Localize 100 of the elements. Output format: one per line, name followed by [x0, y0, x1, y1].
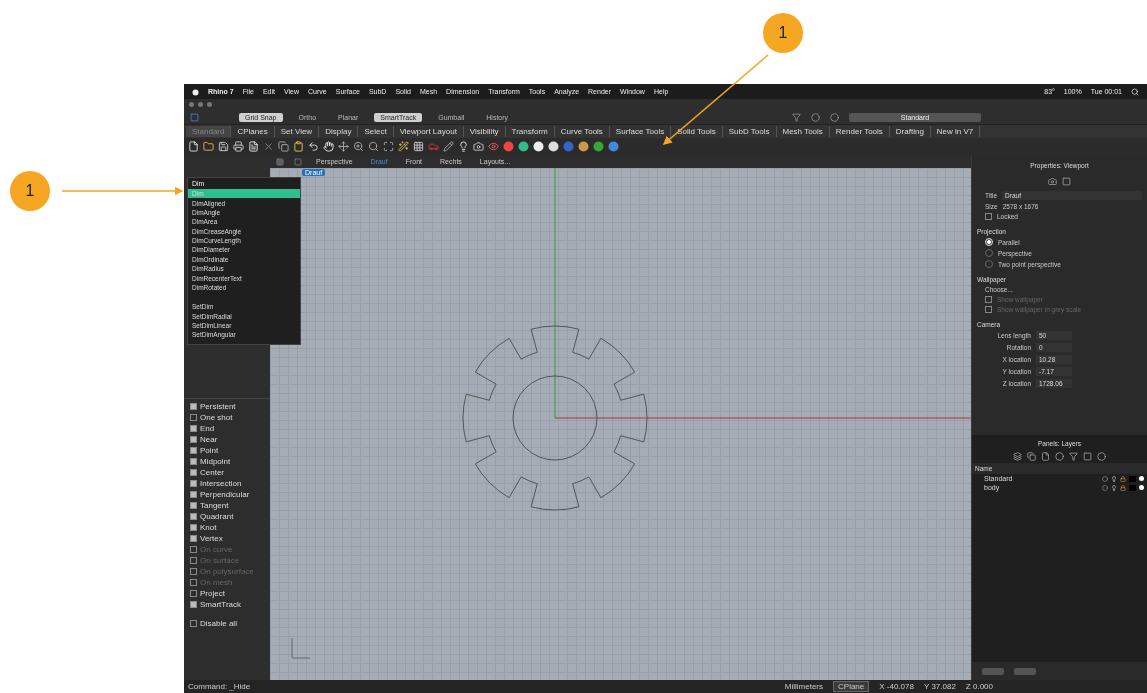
checkbox[interactable]: [190, 620, 197, 627]
callout-badge: 1: [10, 171, 50, 211]
cplane-button[interactable]: CPlane: [833, 681, 870, 692]
checkbox[interactable]: [190, 535, 197, 542]
square-icon[interactable]: [294, 157, 302, 166]
checkbox[interactable]: [190, 480, 197, 487]
lock-icon[interactable]: [1120, 484, 1126, 491]
radio-button[interactable]: [985, 249, 993, 257]
folder-icon[interactable]: [203, 141, 214, 152]
checkbox[interactable]: [190, 458, 197, 465]
toolbar-tab[interactable]: Mesh Tools: [776, 126, 830, 137]
car-icon[interactable]: [428, 141, 439, 152]
camera-icon[interactable]: [473, 141, 484, 152]
osnap-option[interactable]: Disable all: [190, 619, 264, 628]
osnap-option[interactable]: Tangent: [190, 501, 264, 510]
checkbox[interactable]: [190, 601, 197, 608]
printer-icon[interactable]: [233, 141, 244, 152]
pencil-icon[interactable]: [443, 141, 454, 152]
sphere-icon[interactable]: [548, 141, 559, 152]
filter-icon[interactable]: [792, 112, 801, 122]
checkbox[interactable]: [190, 414, 197, 421]
sphere-icon[interactable]: [578, 141, 589, 152]
square-icon[interactable]: [1062, 177, 1071, 186]
lightbulb-icon[interactable]: [1111, 484, 1117, 491]
checkbox[interactable]: [190, 425, 197, 432]
osnap-option[interactable]: End: [190, 424, 264, 433]
osnap-option[interactable]: Point: [190, 446, 264, 455]
checkbox[interactable]: [190, 469, 197, 476]
osnap-option[interactable]: Center: [190, 468, 264, 477]
zoom-in-icon[interactable]: [353, 141, 364, 152]
osnap-option[interactable]: Vertex: [190, 534, 264, 543]
undo-icon[interactable]: [308, 141, 319, 152]
coordinate: Z 0.000: [965, 682, 993, 691]
checkbox[interactable]: [190, 513, 197, 520]
osnap-option[interactable]: Project: [190, 589, 264, 598]
circle-icon[interactable]: [1055, 452, 1064, 461]
osnap-option[interactable]: Perpendicular: [190, 490, 264, 499]
color-swatch[interactable]: [1129, 475, 1136, 482]
document-icon[interactable]: [248, 141, 259, 152]
osnap-option[interactable]: Quadrant: [190, 512, 264, 521]
toolbar-tab[interactable]: Curve Tools: [554, 126, 610, 137]
toolbar-tab[interactable]: SubD Tools: [722, 126, 777, 137]
checkbox[interactable]: [190, 436, 197, 443]
toolbar-tab[interactable]: Render Tools: [829, 126, 890, 137]
circle-icon: [1102, 475, 1108, 482]
osnap-option[interactable]: Persistent: [190, 402, 264, 411]
eye-icon[interactable]: [488, 141, 499, 152]
sidebar-toggle-icon[interactable]: [190, 112, 199, 122]
toolbar-tab[interactable]: Select: [358, 126, 394, 137]
osnap-option[interactable]: Midpoint: [190, 457, 264, 466]
circle-icon[interactable]: [830, 112, 839, 122]
toolbar-tab[interactable]: Transform: [505, 126, 555, 137]
color-swatch[interactable]: [1129, 484, 1136, 491]
maximize-icon[interactable]: [383, 141, 394, 152]
callout-badge: 1: [763, 13, 803, 53]
filter-icon[interactable]: [1069, 452, 1078, 461]
checkbox[interactable]: [190, 403, 197, 410]
close-icon[interactable]: [263, 141, 274, 152]
layers-icon[interactable]: [1013, 452, 1022, 461]
toolbar-tab[interactable]: Set View: [274, 126, 320, 137]
toolbar-tab[interactable]: CPlanes: [231, 126, 275, 137]
osnap-option[interactable]: SmartTrack: [190, 600, 264, 609]
checkbox[interactable]: [190, 502, 197, 509]
circle-icon[interactable]: [1097, 452, 1106, 461]
osnap-option[interactable]: Knot: [190, 523, 264, 532]
square-icon[interactable]: [1083, 452, 1092, 461]
toolbar-tab[interactable]: Surface Tools: [609, 126, 672, 137]
clipboard-icon[interactable]: [293, 141, 304, 152]
toolbar-tab[interactable]: Viewport Layout: [393, 126, 464, 137]
checkbox[interactable]: [190, 590, 197, 597]
camera-icon[interactable]: [1048, 177, 1057, 186]
toolbar-tab[interactable]: Display: [319, 126, 359, 137]
osnap-option[interactable]: Near: [190, 435, 264, 444]
toolbar-tab[interactable]: New in V7: [930, 126, 981, 137]
copy-icon[interactable]: [278, 141, 289, 152]
toolbar-tab[interactable]: Drafting: [889, 126, 931, 137]
toolbar-tab[interactable]: Solid Tools: [671, 126, 723, 137]
radio-button[interactable]: [985, 260, 993, 268]
osnap-option[interactable]: One shot: [190, 413, 264, 422]
search-icon[interactable]: [368, 141, 379, 152]
toolbar-tab[interactable]: Visibility: [463, 126, 506, 137]
lightbulb-icon[interactable]: [1111, 475, 1117, 482]
checkbox[interactable]: [190, 524, 197, 531]
sphere-icon[interactable]: [518, 141, 529, 152]
coordinate: Y 37.082: [923, 682, 956, 691]
lightbulb-icon[interactable]: [458, 141, 469, 152]
move-icon[interactable]: [338, 141, 349, 152]
file-icon[interactable]: [1041, 452, 1050, 461]
lock-icon[interactable]: [1120, 475, 1126, 482]
circle-icon: [1102, 484, 1108, 491]
save-icon[interactable]: [218, 141, 229, 152]
sphere-icon[interactable]: [533, 141, 544, 152]
checkbox[interactable]: [190, 491, 197, 498]
copy-icon[interactable]: [1027, 452, 1036, 461]
hand-icon[interactable]: [323, 141, 334, 152]
checkbox[interactable]: [985, 213, 992, 220]
circle-icon[interactable]: [811, 112, 820, 122]
osnap-option[interactable]: Intersection: [190, 479, 264, 488]
wand-icon[interactable]: [398, 141, 409, 152]
checkbox[interactable]: [190, 447, 197, 454]
